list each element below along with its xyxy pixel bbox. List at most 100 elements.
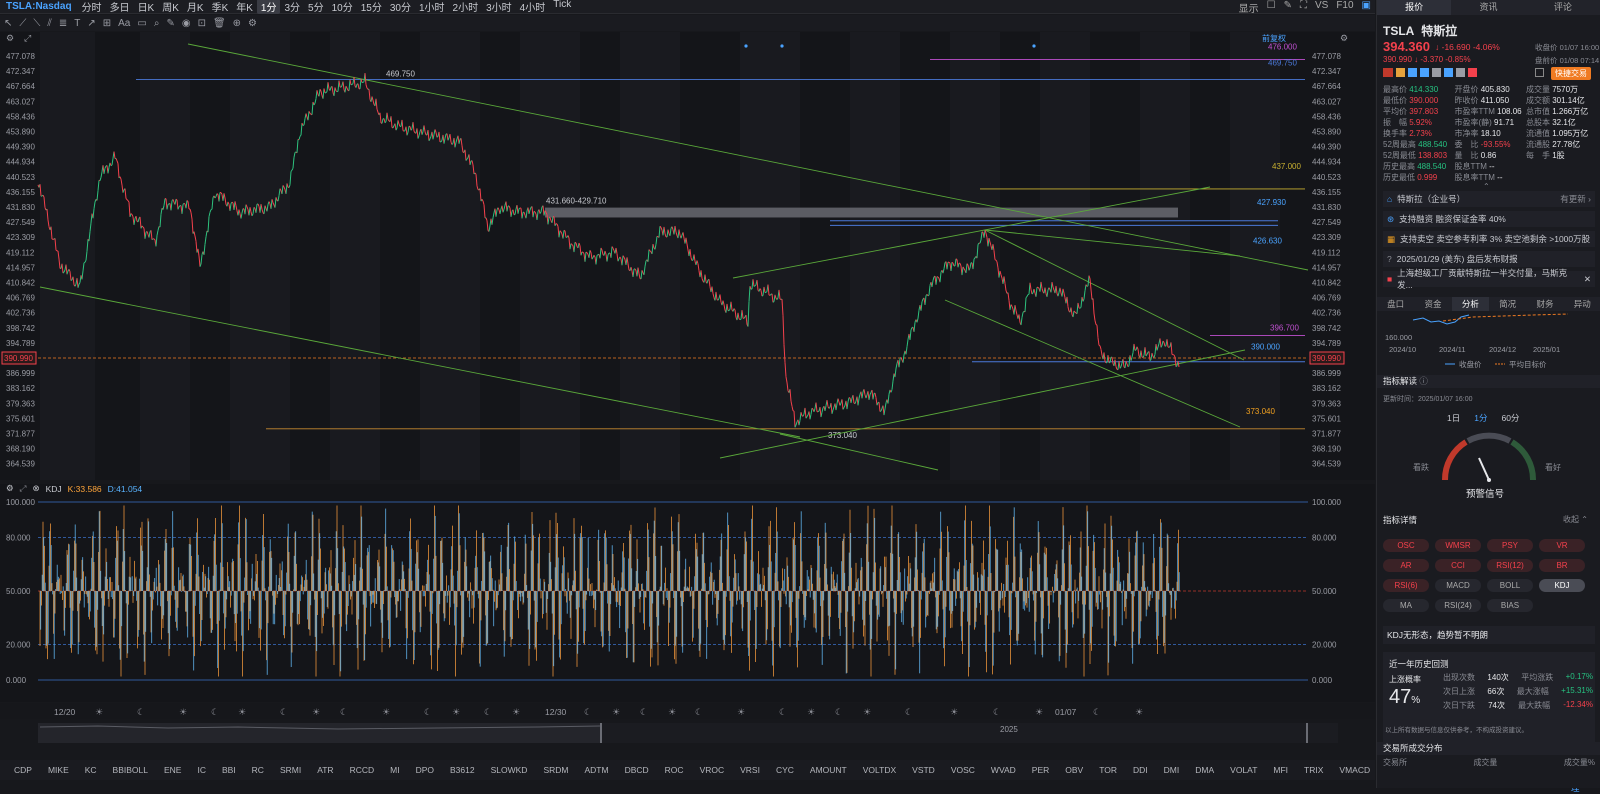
close-icon[interactable]: ✕ — [1584, 274, 1595, 285]
stats-collapse-icon[interactable]: ⌃ — [1483, 182, 1490, 191]
vs-button[interactable]: VS — [1315, 0, 1328, 15]
indicator-tab[interactable]: RCCD — [342, 765, 383, 775]
gauge-period-60m[interactable]: 60分 — [1501, 412, 1519, 424]
indicator-button[interactable]: RSI(12) — [1487, 559, 1533, 572]
indicator-tab[interactable]: SRDM — [535, 765, 576, 775]
subtab[interactable]: 简况 — [1489, 297, 1526, 311]
badge-icon[interactable] — [1456, 68, 1465, 77]
panel-toggle-icon[interactable]: ▣ — [1362, 0, 1371, 15]
kdj-close-icon[interactable]: ⊗ — [32, 483, 39, 494]
kdj-collapse-icon[interactable]: ⤢ — [20, 483, 27, 494]
subtab[interactable]: 分析 — [1452, 297, 1489, 311]
indicator-button[interactable]: AR — [1383, 559, 1429, 572]
indicator-tab[interactable]: MI — [382, 765, 407, 775]
indicator-button[interactable]: KDJ — [1539, 579, 1585, 592]
company-row[interactable]: ⌂ 特斯拉（企业号） 有更新 › — [1383, 191, 1595, 207]
subtab[interactable]: 资金 — [1414, 297, 1451, 311]
indicator-tab[interactable]: RC — [244, 765, 272, 775]
text-tool-icon[interactable]: T — [74, 18, 80, 29]
tab-news[interactable]: 资讯 — [1451, 0, 1525, 15]
indicator-button[interactable]: RSI(6) — [1383, 579, 1429, 592]
indicator-button[interactable]: MACD — [1435, 579, 1481, 592]
indicator-tab[interactable]: ENE — [156, 765, 189, 775]
quick-trade-button[interactable]: 快捷交易 — [1551, 67, 1591, 80]
kdj-panel[interactable]: ⚙ ⤢ ⊗ KDJ K:33.586 D:41.054 100.000100.0… — [0, 484, 1375, 702]
indicator-tab[interactable]: SRMI — [272, 765, 309, 775]
indicator-button[interactable]: BOLL — [1487, 579, 1533, 592]
gear-icon[interactable]: ⚙ — [248, 18, 257, 29]
indicator-tab[interactable]: MIKE — [40, 765, 77, 775]
subtab[interactable]: 盘口 — [1377, 297, 1414, 311]
indicator-button[interactable]: OSC — [1383, 539, 1429, 552]
f10-button[interactable]: F10 — [1336, 0, 1353, 15]
indicator-button[interactable]: BIAS — [1487, 599, 1533, 612]
indicator-button[interactable]: CCI — [1435, 559, 1481, 572]
indicator-tab[interactable]: BBI — [214, 765, 244, 775]
channel-tool-icon[interactable]: ⫽ — [47, 18, 51, 29]
indicator-tab[interactable]: TOR — [1091, 765, 1125, 775]
period-tab[interactable]: 1小时 — [415, 0, 449, 14]
gauge-period-1d[interactable]: 1日 — [1447, 412, 1460, 424]
period-tab[interactable]: 3小时 — [482, 0, 516, 14]
indicator-tab[interactable]: MFI — [1265, 765, 1296, 775]
indicator-tab[interactable]: DPO — [408, 765, 442, 775]
period-tab[interactable]: 30分 — [386, 0, 415, 14]
font-tool-icon[interactable]: Aa — [118, 18, 130, 29]
indicator-tab[interactable]: IC — [189, 765, 214, 775]
badge-icon[interactable] — [1432, 68, 1441, 77]
adjust-mode[interactable]: 前复权 — [1262, 33, 1286, 43]
indicator-tab[interactable]: OBV — [1057, 765, 1091, 775]
heart-icon[interactable] — [1468, 68, 1477, 77]
period-tab[interactable]: 年K — [232, 0, 257, 14]
period-tab[interactable]: 3分 — [280, 0, 304, 14]
subtab[interactable]: 异动 — [1564, 297, 1600, 311]
kdj-gear-icon[interactable]: ⚙ — [6, 483, 14, 494]
indicator-tab[interactable]: WVAD — [983, 765, 1024, 775]
indicator-tab[interactable]: VROC — [692, 765, 733, 775]
eye-icon[interactable]: ◉ — [182, 18, 191, 29]
subtab[interactable]: 财务 — [1526, 297, 1563, 311]
expand-icon[interactable]: ⛶ — [1300, 0, 1307, 15]
trash-icon[interactable]: 🗑 — [213, 18, 226, 29]
period-tab[interactable]: 1分 — [257, 0, 281, 14]
cursor-icon[interactable]: ↖ — [4, 18, 12, 29]
indicator-tab[interactable]: VOLAT — [1222, 765, 1265, 775]
indicator-button[interactable]: BR — [1539, 559, 1585, 572]
rect-tool-icon[interactable]: ▭ — [137, 18, 146, 29]
watch-icon[interactable] — [1535, 68, 1544, 77]
indicator-tab[interactable]: DBCD — [617, 765, 657, 775]
brush-icon[interactable]: ✎ — [166, 18, 174, 29]
indicator-tab[interactable]: SLOWKD — [483, 765, 536, 775]
indicator-button[interactable]: VR — [1539, 539, 1585, 552]
indicator-tab[interactable]: KC — [77, 765, 105, 775]
period-tab[interactable]: 月K — [183, 0, 208, 14]
magnet-icon[interactable]: ⊕ — [233, 18, 241, 29]
period-tab[interactable]: 多日 — [106, 0, 134, 14]
pen-icon[interactable]: ✎ — [1284, 0, 1292, 15]
period-tab[interactable]: 4小时 — [516, 0, 550, 14]
collapse-button[interactable]: 收起 ⌃ — [1563, 514, 1588, 525]
indicator-tab[interactable]: VOLTDX — [855, 765, 904, 775]
period-tab[interactable]: Tick — [549, 0, 575, 14]
fib-tool-icon[interactable]: ≣ — [59, 18, 67, 29]
indicator-tab[interactable]: CDP — [6, 765, 40, 775]
period-tab[interactable]: 2小时 — [449, 0, 483, 14]
indicator-tab[interactable]: DMI — [1156, 765, 1188, 775]
indicator-tab[interactable]: BBIBOLL — [105, 765, 156, 775]
lock-icon[interactable]: ⊡ — [198, 18, 206, 29]
indicator-button[interactable]: MA — [1383, 599, 1429, 612]
period-tab[interactable]: 周K — [158, 0, 183, 14]
indicator-tab[interactable]: VOSC — [943, 765, 983, 775]
badge-icon[interactable] — [1396, 68, 1405, 77]
period-tab[interactable]: 5分 — [304, 0, 328, 14]
indicator-tab[interactable]: ROC — [657, 765, 692, 775]
badge-icon[interactable] — [1444, 68, 1453, 77]
navigator-left-handle[interactable] — [600, 723, 602, 743]
indicator-button[interactable]: WMSR — [1435, 539, 1481, 552]
square-icon[interactable]: ☐ — [1267, 0, 1276, 15]
period-tab[interactable]: 日K — [134, 0, 159, 14]
kdj-label[interactable]: KDJ — [46, 484, 62, 494]
indicator-tab[interactable]: VRSI — [732, 765, 768, 775]
zoom-icon[interactable]: ⌕ — [154, 18, 160, 29]
news-row[interactable]: ■ 上海超级工厂贡献特斯拉一半交付量，马斯克发... ✕ — [1383, 271, 1595, 287]
